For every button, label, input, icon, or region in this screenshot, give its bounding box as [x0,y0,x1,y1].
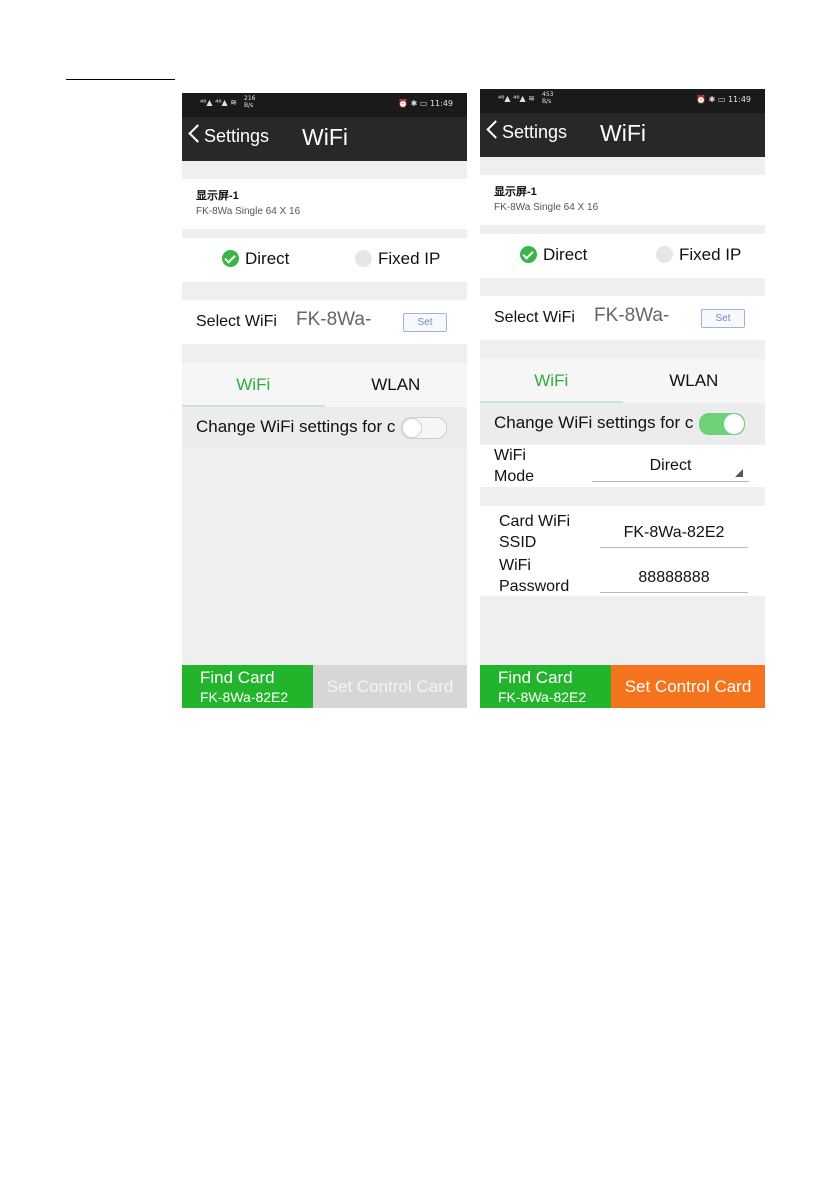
toggle-knob [402,418,422,438]
find-card-button[interactable]: Find Card FK-8Wa-82E2 [182,665,313,708]
connection-mode: Direct Fixed IP [480,234,765,278]
device-card[interactable]: 显示屏-1 FK-8Wa Single 64 X 16 [182,179,467,229]
back-button[interactable]: Settings [188,124,270,147]
find-card-button[interactable]: Find Card FK-8Wa-82E2 [480,665,611,708]
set-button[interactable]: Set [701,309,745,328]
change-wifi-toggle[interactable] [699,413,745,435]
back-button[interactable]: Settings [486,120,568,143]
tab-bar: WiFi WLAN [480,359,765,403]
find-card-label: Find Card [200,668,275,687]
set-control-card-button[interactable]: Set Control Card [313,665,467,708]
phone-screenshot-left: ⁴⁶▲ ⁴⁶▲ ≋ 216 B/s ⏰ ✱ ▭ 11:49 Settings Wi… [182,93,467,708]
device-card[interactable]: 显示屏-1 FK-8Wa Single 64 X 16 [480,175,765,225]
page-title: WiFi [302,124,348,150]
find-card-id: FK-8Wa-82E2 [200,689,289,705]
back-label: Settings [204,126,270,146]
toggle-knob [724,414,744,434]
select-wifi-row: Select WiFi FK-8Wa- Set [480,296,765,340]
select-wifi-row: Select WiFi FK-8Wa- Set [182,300,467,344]
signal-icon: ⁴⁶▲ ⁴⁶▲ ≋ [200,98,237,107]
nav-bar: Settings WiFi [182,117,467,161]
phone-screenshot-right: ⁴⁶▲ ⁴⁶▲ ≋ 453 B/s ⏰ ✱ ▭ 11:49 Settings Wi… [480,89,765,708]
password-input[interactable]: 88888888 [600,565,748,593]
network-speed: 453 B/s [542,91,554,105]
dropdown-triangle-icon [735,469,743,477]
bottom-bar: Find Card FK-8Wa-82E2 Set Control Card [182,665,467,708]
tab-wlan[interactable]: WLAN [623,359,766,403]
header-rule [66,79,175,80]
check-circle-icon [520,246,537,263]
change-wifi-label: Change WiFi settings for c [494,413,694,432]
device-info: FK-8Wa Single 64 X 16 [196,206,301,217]
wifi-mode-label: WiFi Mode [494,447,535,485]
nav-bar: Settings WiFi [480,113,765,157]
change-wifi-toggle[interactable] [401,417,447,439]
device-info: FK-8Wa Single 64 X 16 [494,202,599,213]
radio-direct[interactable]: Direct [520,245,587,265]
device-name: 显示屏-1 [196,190,239,202]
signal-icon: ⁴⁶▲ ⁴⁶▲ ≋ [498,94,535,103]
network-speed: 216 B/s [244,95,256,109]
tab-wifi[interactable]: WiFi [480,359,623,403]
status-bar: ⁴⁶▲ ⁴⁶▲ ≋ 216 B/s ⏰ ✱ ▭ 11:49 [182,93,467,117]
select-wifi-value[interactable]: FK-8Wa- [296,309,371,331]
change-wifi-row: Change WiFi settings for c [480,403,765,443]
wifi-credentials: Card WiFi SSID FK-8Wa-82E2 WiFi Password 8… [480,506,765,596]
change-wifi-label: Change WiFi settings for c [196,417,396,436]
radio-off-icon [656,246,673,263]
change-wifi-row: Change WiFi settings for c [182,407,467,447]
bottom-bar: Find Card FK-8Wa-82E2 Set Control Card [480,665,765,708]
radio-fixed-ip[interactable]: Fixed IP [355,249,440,269]
select-wifi-label: Select WiFi [494,309,575,326]
tab-wifi[interactable]: WiFi [182,363,325,407]
password-label: WiFi Password [499,557,570,595]
status-right-icons: ⏰ ✱ ▭ 11:49 [398,99,453,108]
radio-direct[interactable]: Direct [222,249,289,269]
find-card-id: FK-8Wa-82E2 [498,689,587,705]
radio-fixed-ip[interactable]: Fixed IP [656,245,741,265]
ssid-input[interactable]: FK-8Wa-82E2 [600,520,748,548]
wifi-mode-select[interactable]: Direct [592,455,749,482]
ssid-label: Card WiFi SSID [499,513,571,551]
wifi-mode-value: Direct [649,457,692,474]
wifi-mode-row: WiFi Mode Direct [480,445,765,487]
find-card-label: Find Card [498,668,573,687]
check-circle-icon [222,250,239,267]
tab-bar: WiFi WLAN [182,363,467,407]
connection-mode: Direct Fixed IP [182,238,467,282]
status-right-icons: ⏰ ✱ ▭ 11:49 [696,95,751,104]
set-control-card-button[interactable]: Set Control Card [611,665,765,708]
tab-wlan[interactable]: WLAN [325,363,468,407]
device-name: 显示屏-1 [494,186,537,198]
set-button[interactable]: Set [403,313,447,332]
select-wifi-label: Select WiFi [196,313,277,330]
select-wifi-value[interactable]: FK-8Wa- [594,305,669,327]
back-label: Settings [502,122,568,142]
status-bar: ⁴⁶▲ ⁴⁶▲ ≋ 453 B/s ⏰ ✱ ▭ 11:49 [480,89,765,113]
radio-off-icon [355,250,372,267]
page-title: WiFi [600,120,646,146]
